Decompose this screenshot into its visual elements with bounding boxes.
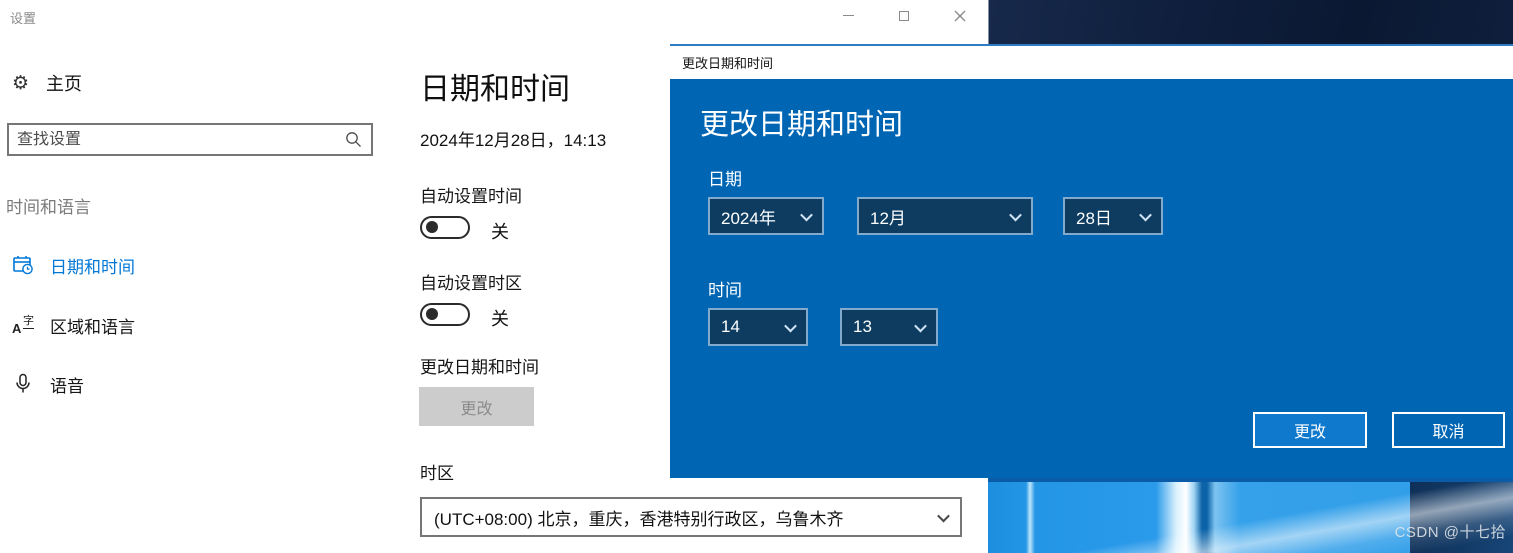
sidebar-item-label: 区域和语言 — [50, 317, 135, 337]
page-title: 日期和时间 — [420, 73, 570, 106]
sidebar-item-label: 语音 — [50, 376, 84, 396]
chevron-down-icon — [937, 509, 950, 522]
month-value: 12月 — [870, 208, 906, 228]
auto-time-state: 关 — [491, 222, 509, 242]
desktop-wallpaper-top — [988, 0, 1513, 44]
window-title: 设置 — [10, 11, 37, 26]
windows-settings-screen: 设置 ⚙ 主页 时间和语言 — [0, 0, 1513, 553]
date-label: 日期 — [708, 170, 742, 189]
change-button-disabled[interactable]: 更改 — [419, 387, 534, 426]
sidebar-item-region-language[interactable]: A 字 区域和语言 — [12, 312, 135, 338]
auto-time-toggle[interactable] — [420, 216, 470, 239]
close-icon — [954, 10, 966, 21]
dialog-change-button[interactable]: 更改 — [1253, 412, 1367, 448]
time-label: 时间 — [708, 281, 742, 300]
month-select[interactable]: 12月 — [857, 197, 1033, 235]
change-datetime-label: 更改日期和时间 — [420, 358, 539, 377]
day-select[interactable]: 28日 — [1063, 197, 1163, 235]
search-box — [7, 123, 373, 156]
auto-timezone-state: 关 — [491, 309, 509, 329]
home-label: 主页 — [46, 74, 83, 94]
minute-select[interactable]: 13 — [840, 308, 938, 346]
search-input[interactable] — [9, 130, 345, 149]
close-button[interactable] — [932, 0, 988, 31]
maximize-icon — [899, 10, 909, 21]
microphone-icon — [12, 373, 34, 395]
auto-time-label: 自动设置时间 — [420, 187, 522, 206]
search-icon[interactable] — [345, 131, 371, 148]
chevron-down-icon — [800, 208, 813, 221]
timezone-value: (UTC+08:00) 北京，重庆，香港特别行政区，乌鲁木齐 — [434, 509, 844, 529]
minimize-button[interactable] — [820, 0, 876, 31]
timezone-select[interactable]: (UTC+08:00) 北京，重庆，香港特别行政区，乌鲁木齐 — [420, 497, 962, 537]
current-datetime: 2024年12月28日，14:13 — [420, 131, 607, 150]
chevron-down-icon — [914, 319, 927, 332]
sidebar-section-header: 时间和语言 — [6, 198, 91, 217]
auto-timezone-toggle[interactable] — [420, 303, 470, 326]
auto-timezone-label: 自动设置时区 — [420, 274, 522, 293]
sidebar-item-speech[interactable]: 语音 — [12, 371, 84, 397]
day-value: 28日 — [1076, 208, 1112, 228]
year-value: 2024年 — [721, 208, 776, 228]
chevron-down-icon — [784, 319, 797, 332]
toggle-knob — [426, 308, 438, 320]
hour-value: 14 — [721, 317, 740, 336]
toggle-knob — [426, 221, 438, 233]
maximize-button[interactable] — [876, 0, 932, 31]
dialog-titlebar[interactable]: 更改日期和时间 — [670, 46, 1513, 79]
wallpaper-light-beam — [988, 482, 1513, 553]
dialog-heading: 更改日期和时间 — [700, 109, 904, 141]
dialog-title: 更改日期和时间 — [682, 56, 774, 71]
timezone-label: 时区 — [420, 464, 454, 483]
window-controls — [820, 0, 988, 31]
hour-select[interactable]: 14 — [708, 308, 808, 346]
sidebar-item-home[interactable]: ⚙ 主页 — [12, 70, 82, 96]
change-datetime-dialog: 更改日期和时间 更改日期和时间 日期 2024年 12月 28日 时间 14 1… — [670, 44, 1513, 478]
year-select[interactable]: 2024年 — [708, 197, 824, 235]
minute-value: 13 — [853, 317, 872, 336]
translate-icon: A 字 — [12, 314, 34, 336]
chevron-down-icon — [1009, 208, 1022, 221]
sidebar-item-date-time[interactable]: 日期和时间 — [12, 252, 135, 278]
sidebar-item-label: 日期和时间 — [50, 257, 135, 277]
watermark: CSDN @十七拾 — [1394, 524, 1506, 541]
dialog-body: 更改日期和时间 日期 2024年 12月 28日 时间 14 13 更改 取消 — [670, 79, 1513, 478]
dialog-cancel-button[interactable]: 取消 — [1392, 412, 1505, 448]
gear-icon: ⚙ — [12, 72, 30, 94]
calendar-clock-icon — [12, 254, 34, 276]
minimize-icon — [842, 15, 854, 16]
chevron-down-icon — [1139, 208, 1152, 221]
